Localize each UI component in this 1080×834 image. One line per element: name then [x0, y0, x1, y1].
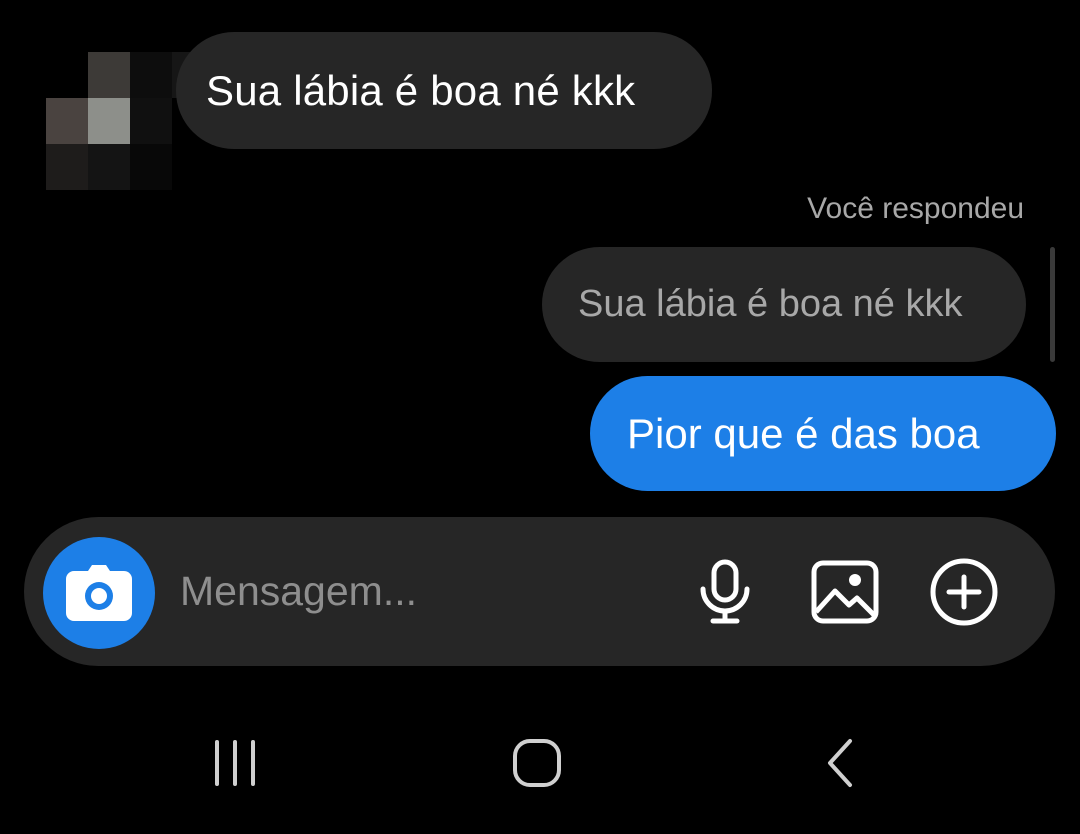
recent-apps-button[interactable]: [195, 728, 275, 798]
home-button[interactable]: [497, 728, 577, 798]
recent-apps-icon: [215, 740, 255, 786]
quoted-message-text: Sua lábia é boa né kkk: [578, 283, 963, 325]
plus-circle-icon: [930, 558, 998, 626]
microphone-icon: [700, 559, 750, 624]
gallery-button[interactable]: [807, 554, 883, 630]
reply-indicator-bar: [1050, 247, 1055, 362]
gallery-icon: [811, 560, 879, 624]
system-navigation-bar: [0, 700, 1080, 834]
back-icon: [828, 739, 852, 787]
message-composer: [24, 517, 1055, 666]
back-button[interactable]: [800, 728, 880, 798]
outgoing-message-bubble[interactable]: Pior que é das boa: [590, 376, 1056, 491]
camera-icon: [66, 565, 132, 621]
reply-label: Você respondeu: [807, 192, 1024, 225]
incoming-message-text: Sua lábia é boa né kkk: [206, 66, 636, 114]
microphone-button[interactable]: [687, 554, 763, 630]
quoted-message-bubble[interactable]: Sua lábia é boa né kkk: [542, 247, 1026, 362]
incoming-message-bubble[interactable]: Sua lábia é boa né kkk: [176, 32, 712, 149]
message-input[interactable]: [180, 561, 660, 621]
outgoing-message-text: Pior que é das boa: [627, 409, 980, 457]
camera-button[interactable]: [43, 537, 155, 649]
add-button[interactable]: [926, 554, 1002, 630]
home-icon: [513, 739, 561, 787]
